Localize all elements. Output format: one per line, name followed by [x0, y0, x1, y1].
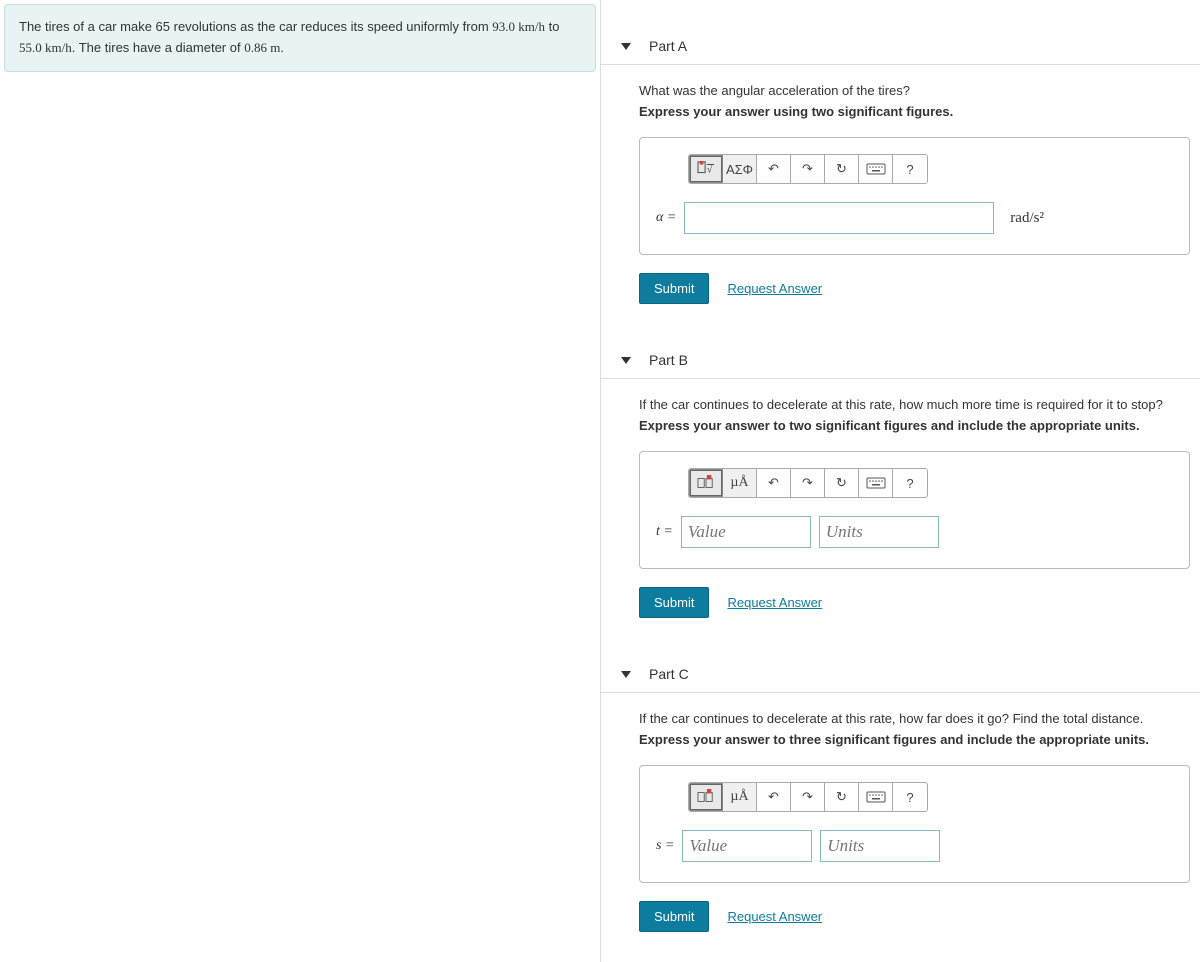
question-text: What was the angular acceleration of the… — [639, 83, 1190, 98]
variable-label: s = — [656, 838, 674, 854]
submit-button[interactable]: Submit — [639, 587, 709, 618]
answer-box: µÅ ↶ ↷ ↻ ? s = — [639, 765, 1190, 883]
units-button[interactable]: µÅ — [723, 469, 757, 497]
units-button[interactable]: µÅ — [723, 783, 757, 811]
request-answer-link[interactable]: Request Answer — [727, 595, 822, 610]
reset-button[interactable]: ↻ — [825, 469, 859, 497]
svg-text:√: √ — [707, 165, 713, 176]
submit-button[interactable]: Submit — [639, 901, 709, 932]
velocity-1: 93.0 km/h — [492, 19, 545, 34]
part-title: Part B — [649, 352, 688, 368]
undo-button[interactable]: ↶ — [757, 155, 791, 183]
answer-input[interactable] — [684, 202, 994, 234]
keyboard-button[interactable] — [859, 469, 893, 497]
undo-button[interactable]: ↶ — [757, 783, 791, 811]
value-input[interactable] — [682, 830, 812, 862]
keyboard-button[interactable] — [859, 783, 893, 811]
part-title: Part A — [649, 38, 687, 54]
reset-button[interactable]: ↻ — [825, 155, 859, 183]
answer-box: µÅ ↶ ↷ ↻ ? t = — [639, 451, 1190, 569]
instruction-text: Express your answer to two significant f… — [639, 418, 1190, 433]
submit-button[interactable]: Submit — [639, 273, 709, 304]
variable-label: α = — [656, 210, 676, 226]
greek-button[interactable]: ΑΣΦ — [723, 155, 757, 183]
problem-statement: The tires of a car make 65 revolutions a… — [4, 4, 596, 72]
equation-toolbar: √ ΑΣΦ ↶ ↷ ↻ ? — [688, 154, 928, 184]
redo-button[interactable]: ↷ — [791, 783, 825, 811]
request-answer-link[interactable]: Request Answer — [727, 909, 822, 924]
part-title: Part C — [649, 666, 689, 682]
diameter: 0.86 m — [244, 40, 280, 55]
units-input[interactable] — [820, 830, 940, 862]
instruction-text: Express your answer using two significan… — [639, 104, 1190, 119]
equation-toolbar: µÅ ↶ ↷ ↻ ? — [688, 782, 928, 812]
equation-toolbar: µÅ ↶ ↷ ↻ ? — [688, 468, 928, 498]
collapse-icon[interactable] — [621, 357, 631, 364]
help-button[interactable]: ? — [893, 783, 927, 811]
templates-button[interactable] — [689, 469, 723, 497]
variable-label: t = — [656, 524, 673, 540]
reset-button[interactable]: ↻ — [825, 783, 859, 811]
part-a: Part A What was the angular acceleration… — [601, 30, 1200, 314]
help-button[interactable]: ? — [893, 155, 927, 183]
answer-box: √ ΑΣΦ ↶ ↷ ↻ ? α = rad/s² — [639, 137, 1190, 255]
templates-button[interactable] — [689, 783, 723, 811]
redo-button[interactable]: ↷ — [791, 469, 825, 497]
collapse-icon[interactable] — [621, 43, 631, 50]
question-text: If the car continues to decelerate at th… — [639, 711, 1190, 726]
redo-button[interactable]: ↷ — [791, 155, 825, 183]
unit-label: rad/s² — [1010, 210, 1044, 227]
undo-button[interactable]: ↶ — [757, 469, 791, 497]
collapse-icon[interactable] — [621, 671, 631, 678]
units-input[interactable] — [819, 516, 939, 548]
value-input[interactable] — [681, 516, 811, 548]
keyboard-button[interactable] — [859, 155, 893, 183]
request-answer-link[interactable]: Request Answer — [727, 281, 822, 296]
question-text: If the car continues to decelerate at th… — [639, 397, 1190, 412]
help-button[interactable]: ? — [893, 469, 927, 497]
part-b: Part B If the car continues to decelerat… — [601, 344, 1200, 628]
templates-button[interactable]: √ — [689, 155, 723, 183]
velocity-2: 55.0 km/h — [19, 40, 72, 55]
problem-text: The tires of a car make 65 revolutions a… — [19, 19, 492, 34]
part-c: Part C If the car continues to decelerat… — [601, 658, 1200, 942]
instruction-text: Express your answer to three significant… — [639, 732, 1190, 747]
